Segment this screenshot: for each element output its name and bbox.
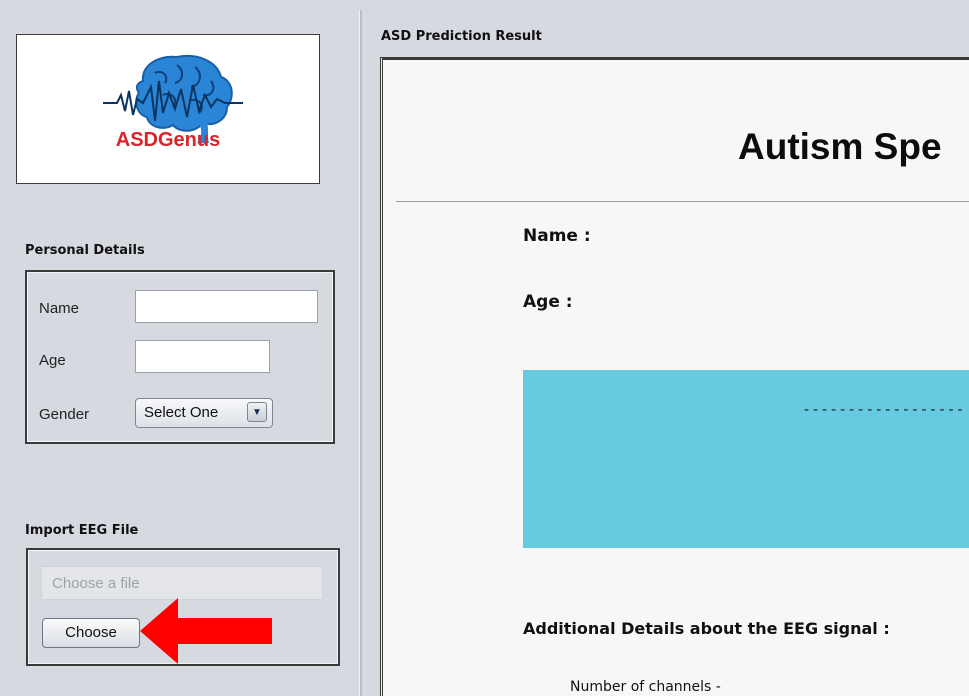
personal-details-title: Personal Details xyxy=(25,243,145,258)
banner-dashes: ------------------ xyxy=(802,400,965,418)
age-label: Age xyxy=(39,352,66,369)
personal-details-group: Name Age Gender Select One ▼ xyxy=(25,270,335,444)
file-path-field[interactable]: Choose a file xyxy=(41,566,323,600)
prediction-banner xyxy=(523,370,969,548)
choose-file-button[interactable]: Choose xyxy=(42,618,140,648)
logo-box: ASDGenus xyxy=(16,34,320,184)
logo-text: ASDGenus xyxy=(115,129,221,151)
gender-label: Gender xyxy=(39,406,90,423)
name-label: Name xyxy=(39,300,80,317)
report-heading: Autism Spe xyxy=(738,126,942,167)
name-input[interactable] xyxy=(135,290,318,323)
gender-selected-value: Select One xyxy=(144,404,219,421)
gender-select[interactable]: Select One ▼ xyxy=(135,398,273,428)
heading-divider xyxy=(396,201,969,202)
additional-details-title: Additional Details about the EEG signal … xyxy=(523,619,890,638)
report-age-label: Age : xyxy=(523,292,573,312)
chevron-down-icon[interactable]: ▼ xyxy=(247,402,267,422)
channels-label: Number of channels - xyxy=(570,679,721,695)
result-panel-title: ASD Prediction Result xyxy=(381,29,542,44)
import-eeg-title: Import EEG File xyxy=(25,523,139,538)
report-name-label: Name : xyxy=(523,226,591,246)
file-placeholder: Choose a file xyxy=(52,575,140,592)
left-arrow-icon xyxy=(140,598,272,664)
panel-divider xyxy=(359,10,362,696)
age-input[interactable] xyxy=(135,340,270,373)
